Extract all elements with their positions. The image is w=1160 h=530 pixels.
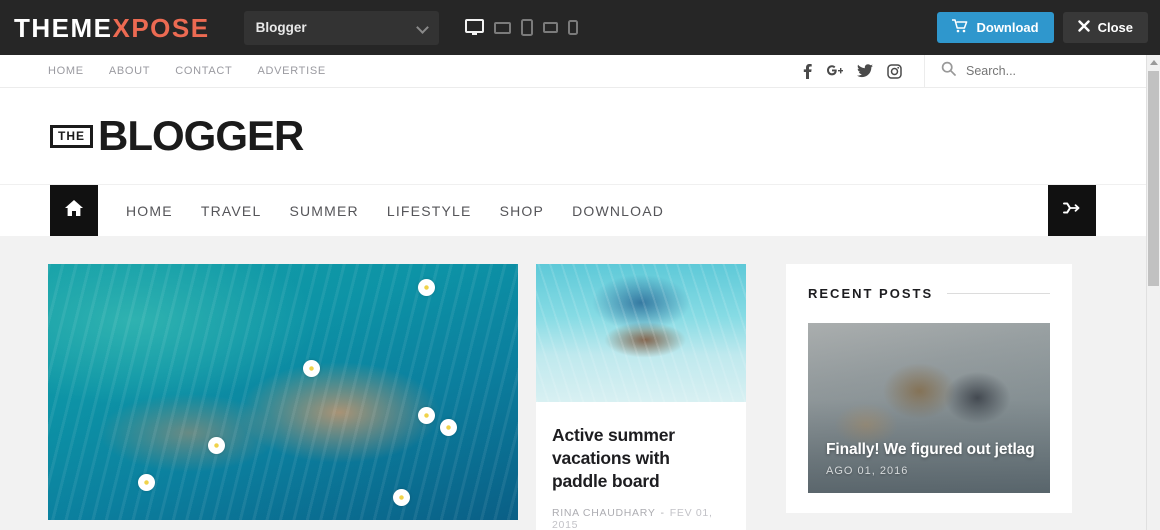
featured-post-image[interactable]: [48, 264, 518, 520]
main-nav-item-home[interactable]: HOME: [126, 203, 173, 219]
decorative-flower: [418, 279, 435, 296]
utility-nav-item-advertise[interactable]: ADVERTISE: [257, 65, 325, 77]
shuffle-icon: [1063, 200, 1081, 221]
utility-nav-item-about[interactable]: ABOUT: [109, 65, 150, 77]
main-nav-item-lifestyle[interactable]: LIFESTYLE: [387, 203, 472, 219]
main-nav-item-download[interactable]: DOWNLOAD: [572, 203, 664, 219]
tablet-landscape-icon[interactable]: [542, 22, 558, 33]
main-nav: HOME TRAVEL SUMMER LIFESTYLE SHOP DOWNLO…: [0, 184, 1146, 236]
scrollbar-thumb[interactable]: [1148, 71, 1159, 286]
preview-toolbar: THEMEXPOSE Blogger Download Close: [0, 0, 1160, 55]
main-nav-item-shop[interactable]: SHOP: [500, 203, 544, 219]
recent-post-overlay: Finally! We figured out jetlag AGO 01, 2…: [826, 441, 1035, 477]
recent-post-item[interactable]: Finally! We figured out jetlag AGO 01, 2…: [808, 323, 1050, 493]
twitter-icon[interactable]: [857, 64, 873, 78]
chevron-up-icon: [1149, 60, 1158, 65]
platform-dropdown-value: Blogger: [255, 20, 307, 35]
decorative-flower: [138, 474, 155, 491]
facebook-icon[interactable]: [803, 63, 812, 79]
close-button[interactable]: Close: [1062, 12, 1148, 43]
themexpose-logo[interactable]: THEMEXPOSE: [14, 15, 210, 41]
chevron-down-icon: [418, 22, 429, 33]
decorative-flower: [208, 437, 225, 454]
cart-icon: [951, 19, 968, 36]
vertical-scrollbar[interactable]: [1146, 55, 1160, 530]
laptop-icon[interactable]: [493, 21, 511, 35]
recent-posts-widget: RECENT POSTS Finally! We figured out jet…: [786, 264, 1072, 513]
platform-dropdown[interactable]: Blogger: [243, 10, 439, 45]
close-icon: [1077, 20, 1090, 35]
google-plus-icon[interactable]: [826, 64, 843, 78]
main-nav-item-travel[interactable]: TRAVEL: [201, 203, 262, 219]
utility-bar: HOME ABOUT CONTACT ADVERTISE: [0, 55, 1146, 88]
secondary-post-title[interactable]: Active summer vacations with paddle boar…: [552, 424, 728, 493]
close-button-label: Close: [1097, 20, 1133, 35]
site-preview-frame: HOME ABOUT CONTACT ADVERTISE Search... T…: [0, 55, 1146, 530]
site-logo-name: BLOGGER: [98, 112, 304, 159]
secondary-post-image[interactable]: [536, 264, 746, 402]
decorative-flower: [418, 407, 435, 424]
nav-home-button[interactable]: [50, 185, 98, 236]
site-logo-badge: THE: [50, 124, 93, 148]
instagram-icon[interactable]: [887, 63, 902, 79]
main-nav-links: HOME TRAVEL SUMMER LIFESTYLE SHOP DOWNLO…: [98, 185, 664, 236]
mobile-icon[interactable]: [567, 20, 578, 35]
brand-text-xpose: XPOSE: [112, 12, 210, 43]
search-icon: [941, 61, 956, 81]
utility-nav: HOME ABOUT CONTACT ADVERTISE: [0, 65, 326, 77]
brand-text-theme: THEME: [14, 12, 113, 43]
device-preview-switcher: [464, 19, 578, 36]
social-links: [803, 63, 924, 79]
scrollbar-up-button[interactable]: [1147, 55, 1160, 70]
home-icon: [64, 199, 84, 222]
utility-nav-item-home[interactable]: HOME: [48, 65, 84, 77]
secondary-post-body: Active summer vacations with paddle boar…: [536, 402, 746, 530]
utility-bar-right: [803, 55, 1146, 88]
site-header: THE BLOGGER: [0, 88, 1146, 184]
site-logo[interactable]: THE BLOGGER: [50, 112, 304, 159]
secondary-post-card: Active summer vacations with paddle boar…: [536, 264, 746, 530]
header-divider: [947, 293, 1050, 294]
utility-nav-item-contact[interactable]: CONTACT: [175, 65, 232, 77]
sidebar: RECENT POSTS Finally! We figured out jet…: [786, 264, 1072, 530]
recent-posts-title: RECENT POSTS: [808, 286, 934, 301]
decorative-flower: [303, 360, 320, 377]
download-button-label: Download: [976, 20, 1039, 35]
featured-post-column: [48, 264, 518, 530]
download-button[interactable]: Download: [937, 12, 1054, 43]
recent-post-date: AGO 01, 2016: [826, 465, 909, 477]
search-box[interactable]: [924, 55, 1146, 88]
secondary-post-author[interactable]: RINA CHAUDHARY: [552, 507, 656, 519]
search-input[interactable]: [966, 64, 1106, 78]
toolbar-actions: Download Close: [937, 12, 1148, 43]
decorative-flower: [440, 419, 457, 436]
decorative-flower: [393, 489, 410, 506]
tablet-portrait-icon[interactable]: [520, 19, 533, 36]
secondary-post-meta: RINA CHAUDHARY - FEV 01, 2015: [552, 507, 728, 530]
main-nav-item-summer[interactable]: SUMMER: [289, 203, 358, 219]
meta-separator: -: [660, 507, 665, 520]
recent-posts-header: RECENT POSTS: [808, 286, 1050, 301]
random-post-button[interactable]: [1048, 185, 1096, 236]
desktop-icon[interactable]: [464, 19, 484, 36]
content-area: Active summer vacations with paddle boar…: [0, 236, 1146, 530]
recent-post-title[interactable]: Finally! We figured out jetlag: [826, 441, 1035, 459]
